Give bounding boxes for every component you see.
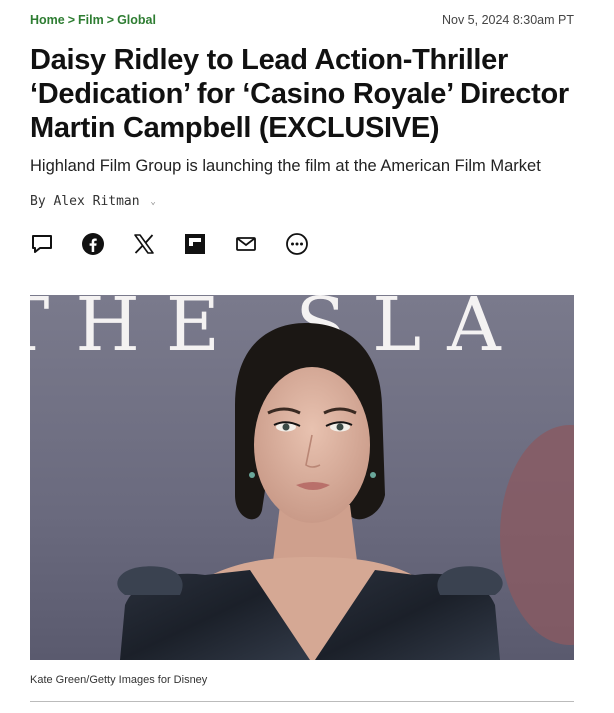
headline: Daisy Ridley to Lead Action-Thriller ‘De… — [30, 44, 569, 144]
more-icon[interactable] — [285, 232, 309, 256]
x-icon[interactable] — [132, 232, 156, 256]
publish-date: Nov 5, 2024 8:30am PT — [441, 13, 574, 27]
comment-icon[interactable] — [30, 232, 54, 256]
breadcrumb-film[interactable]: Film — [78, 13, 104, 27]
facebook-icon[interactable] — [81, 232, 105, 256]
hero-image: THE SLA — [30, 295, 574, 660]
breadcrumb-separator: > — [106, 13, 115, 27]
article-header: Home > Film > Global Nov 5, 2024 8:30am PT D… — [30, 0, 574, 259]
breadcrumb: Home > Film > Global — [30, 13, 156, 27]
top-bar: Home > Film > Global Nov 5, 2024 8:30am PT — [30, 0, 574, 40]
flipboard-icon[interactable] — [183, 232, 207, 256]
image-caption: Kate Green/Getty Images for Disney — [30, 674, 208, 686]
breadcrumb-global[interactable]: Global — [117, 13, 156, 27]
breadcrumb-home[interactable]: Home — [30, 13, 65, 27]
byline-prefix: By — [30, 194, 46, 209]
author-name[interactable]: Alex Ritman — [53, 194, 139, 209]
chevron-down-icon[interactable]: ⌄ — [150, 197, 155, 207]
divider — [30, 701, 574, 702]
dek: Highland Film Group is launching the fil… — [30, 157, 541, 175]
breadcrumb-separator: > — [67, 13, 76, 27]
byline[interactable]: By Alex Ritman ⌄ — [30, 194, 574, 209]
share-bar — [30, 229, 574, 259]
email-icon[interactable] — [234, 232, 258, 256]
